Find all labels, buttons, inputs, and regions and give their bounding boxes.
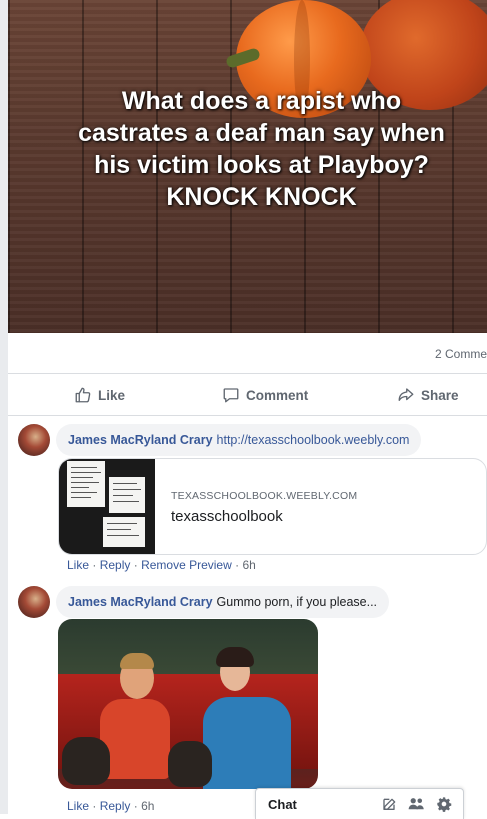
document-page-image xyxy=(109,477,145,513)
like-label: Like xyxy=(98,387,126,403)
comment-bubble: James MacRyland Crary http://texasschool… xyxy=(56,424,422,456)
comments-count-link[interactable]: 2 Comme xyxy=(435,347,487,361)
comment-reply-link[interactable]: Reply xyxy=(100,558,131,572)
photo-woman-hair xyxy=(216,647,254,667)
chat-bar[interactable]: Chat xyxy=(255,788,464,819)
meta-separator: · xyxy=(92,558,97,572)
share-button[interactable]: Share xyxy=(397,375,459,415)
comment-meta-row: Like · Reply · 6h xyxy=(67,799,154,813)
comment-photo[interactable] xyxy=(58,619,318,789)
comment-bubble: James MacRyland Crary Gummo porn, if you… xyxy=(56,586,390,618)
meta-separator: · xyxy=(133,558,138,572)
caption-line: What does a rapist who xyxy=(121,87,402,115)
comment-url-link[interactable]: http://texasschoolbook.weebly.com xyxy=(217,433,410,447)
caption-line: KNOCK KNOCK xyxy=(166,183,357,211)
photo-man-hair xyxy=(120,653,154,669)
caption-line: castrates a deaf man say when xyxy=(78,119,445,147)
photo-dog xyxy=(62,737,110,785)
comment-author-link[interactable]: James MacRyland Crary xyxy=(68,433,213,447)
photo-woman xyxy=(203,697,291,789)
document-page-image xyxy=(103,517,145,547)
page-left-strip xyxy=(0,0,8,814)
caption-line: his victim looks at Playboy? xyxy=(94,151,429,179)
comment-like-link[interactable]: Like xyxy=(67,799,89,813)
link-preview-domain: TEXASSCHOOLBOOK.WEEBLY.COM xyxy=(171,490,358,502)
speech-bubble-icon xyxy=(223,388,239,403)
comment-label: Comment xyxy=(246,387,309,403)
share-label: Share xyxy=(421,387,459,403)
avatar[interactable] xyxy=(18,424,50,456)
photo-man xyxy=(100,699,170,779)
thumbs-up-icon xyxy=(75,387,91,403)
comment-like-link[interactable]: Like xyxy=(67,558,89,572)
meta-separator: · xyxy=(235,558,240,572)
meta-separator: · xyxy=(133,799,138,813)
post-counts-row: 2 Comme xyxy=(8,333,487,374)
comment-button[interactable]: Comment xyxy=(222,375,308,415)
comment-text: Gummo porn, if you please... xyxy=(216,595,378,609)
like-button[interactable]: Like xyxy=(74,375,125,415)
document-page-image xyxy=(67,461,105,507)
meta-separator: · xyxy=(92,799,97,813)
link-preview-card[interactable]: TEXASSCHOOLBOOK.WEEBLY.COM texasschoolbo… xyxy=(58,458,487,555)
comment-timestamp[interactable]: 6h xyxy=(242,558,255,572)
post-image[interactable]: What does a rapist who castrates a deaf … xyxy=(8,0,487,333)
comment-author-link[interactable]: James MacRyland Crary xyxy=(68,595,213,609)
avatar[interactable] xyxy=(18,586,50,618)
comment-meta-row: Like · Reply · Remove Preview · 6h xyxy=(67,558,256,572)
comment-reply-link[interactable]: Reply xyxy=(100,799,131,813)
chat-label: Chat xyxy=(268,797,297,812)
comment-timestamp[interactable]: 6h xyxy=(141,799,154,813)
link-preview-title[interactable]: texasschoolbook xyxy=(171,508,283,525)
photo-dog xyxy=(168,741,212,787)
post-action-bar: Like Comment Share xyxy=(8,375,487,416)
remove-preview-link[interactable]: Remove Preview xyxy=(141,558,232,572)
image-caption: What does a rapist who castrates a deaf … xyxy=(8,85,487,213)
link-preview-thumbnail xyxy=(59,459,155,554)
share-arrow-icon xyxy=(398,388,414,401)
